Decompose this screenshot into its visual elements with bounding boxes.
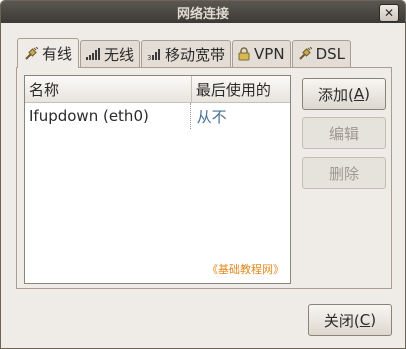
close-button-mnemonic: C (359, 311, 371, 329)
wireless-signal-icon (86, 47, 101, 61)
column-header-last-used[interactable]: 最后使用的 (192, 76, 290, 102)
add-button-suffix: ) (364, 85, 370, 103)
tab-mobile-broadband-label: 移动宽带 (165, 45, 226, 64)
close-button[interactable]: 关闭(C) (308, 304, 392, 336)
svg-text:3: 3 (147, 54, 151, 61)
tab-vpn-label: VPN (254, 45, 285, 63)
edit-button[interactable]: 编辑 (302, 117, 386, 149)
connection-name: Ifupdown (eth0) (25, 103, 191, 129)
tab-dsl-label: DSL (315, 45, 346, 63)
dsl-plug-icon (298, 47, 312, 61)
tab-wireless[interactable]: 无线 (80, 40, 141, 67)
connections-list[interactable]: 名称 最后使用的 Ifupdown (eth0) 从不 《基础教程网》 (24, 75, 291, 284)
add-button-label: 添加( (318, 85, 354, 104)
add-button[interactable]: 添加(A) (302, 78, 386, 110)
tab-vpn[interactable]: VPN (232, 40, 291, 67)
wired-plug-icon (24, 46, 38, 61)
title-bar[interactable]: 网络连接 ✕ (1, 1, 405, 23)
close-button-label: 关闭( (323, 311, 360, 330)
connection-type-tabs: 有线 无线 3 移动宽带 VPN DSL (17, 37, 352, 68)
table-row[interactable]: Ifupdown (eth0) 从不 (25, 103, 290, 129)
tab-wired[interactable]: 有线 (17, 38, 80, 68)
tab-wired-label: 有线 (42, 45, 73, 63)
mobile-broadband-signal-icon: 3 (147, 47, 161, 61)
window-title: 网络连接 (176, 6, 229, 22)
lock-icon (238, 47, 250, 61)
tab-dsl[interactable]: DSL (291, 40, 352, 67)
delete-button[interactable]: 删除 (302, 157, 386, 189)
tab-wireless-label: 无线 (104, 45, 135, 64)
network-connections-window: 网络连接 ✕ 有线 无线 3 移动宽带 VPN DSL 名称 最后使用的 Ifu… (0, 0, 406, 349)
wired-tab-panel: 名称 最后使用的 Ifupdown (eth0) 从不 《基础教程网》 添加(A… (16, 67, 392, 289)
watermark-text: 《基础教程网》 (207, 263, 284, 276)
close-window-button[interactable]: ✕ (379, 4, 399, 22)
list-header: 名称 最后使用的 (25, 76, 290, 103)
add-button-mnemonic: A (353, 85, 365, 103)
connection-last-used: 从不 (196, 107, 227, 126)
close-button-suffix: ) (370, 311, 377, 329)
column-header-name[interactable]: 名称 (25, 76, 192, 102)
tab-mobile-broadband[interactable]: 3 移动宽带 (141, 40, 232, 67)
